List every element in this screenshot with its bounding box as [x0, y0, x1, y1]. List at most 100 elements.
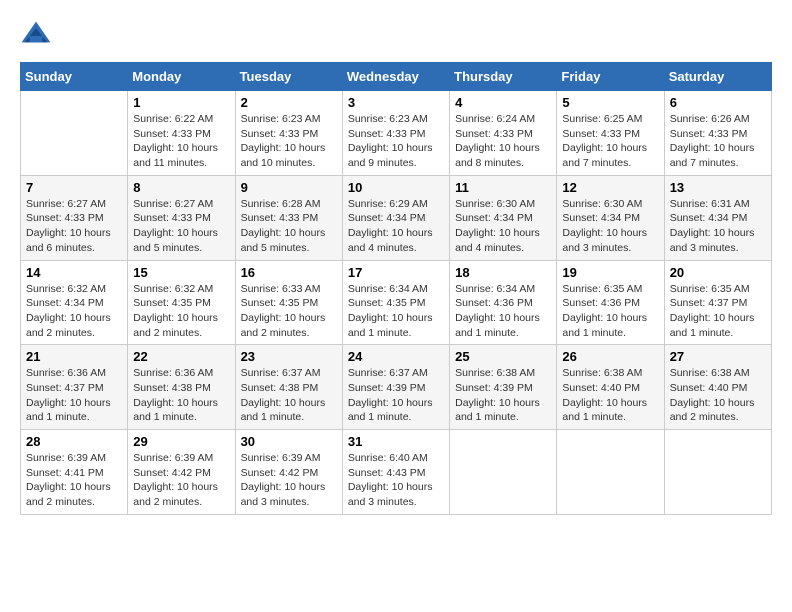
day-info: Sunrise: 6:25 AM Sunset: 4:33 PM Dayligh… [562, 112, 658, 171]
calendar-cell: 29Sunrise: 6:39 AM Sunset: 4:42 PM Dayli… [128, 430, 235, 515]
day-number: 4 [455, 95, 551, 110]
calendar-cell: 21 Sunrise: 6:36 AM Sunset: 4:37 PM Dayli… [21, 345, 128, 430]
day-info: Sunrise: 6:32 AM Sunset: 4:34 PM Dayligh… [26, 282, 122, 341]
logo-icon [20, 20, 52, 52]
calendar-cell: 17 Sunrise: 6:34 AM Sunset: 4:35 PM Dayli… [342, 260, 449, 345]
day-info: Sunrise: 6:34 AM Sunset: 4:36 PM Dayligh… [455, 282, 551, 341]
day-number: 3 [348, 95, 444, 110]
day-number: 24 [348, 349, 444, 364]
calendar-week-row: 14 Sunrise: 6:32 AM Sunset: 4:34 PM Dayli… [21, 260, 772, 345]
column-header-wednesday: Wednesday [342, 63, 449, 91]
calendar-week-row: 28Sunrise: 6:39 AM Sunset: 4:41 PM Dayli… [21, 430, 772, 515]
day-info: Sunrise: 6:31 AM Sunset: 4:34 PM Dayligh… [670, 197, 766, 256]
day-number: 11 [455, 180, 551, 195]
column-header-monday: Monday [128, 63, 235, 91]
day-info: Sunrise: 6:34 AM Sunset: 4:35 PM Dayligh… [348, 282, 444, 341]
calendar-cell [21, 91, 128, 176]
calendar-cell: 23 Sunrise: 6:37 AM Sunset: 4:38 PM Dayli… [235, 345, 342, 430]
day-info: Sunrise: 6:36 AM Sunset: 4:37 PM Dayligh… [26, 366, 122, 425]
day-info: Sunrise: 6:39 AM Sunset: 4:41 PM Dayligh… [26, 451, 122, 510]
day-number: 17 [348, 265, 444, 280]
column-header-thursday: Thursday [450, 63, 557, 91]
calendar-cell: 4 Sunrise: 6:24 AM Sunset: 4:33 PM Daylig… [450, 91, 557, 176]
calendar-cell: 28Sunrise: 6:39 AM Sunset: 4:41 PM Dayli… [21, 430, 128, 515]
day-number: 19 [562, 265, 658, 280]
day-info: Sunrise: 6:23 AM Sunset: 4:33 PM Dayligh… [241, 112, 337, 171]
column-header-friday: Friday [557, 63, 664, 91]
day-info: Sunrise: 6:38 AM Sunset: 4:40 PM Dayligh… [670, 366, 766, 425]
logo [20, 20, 56, 52]
calendar-cell: 26Sunrise: 6:38 AM Sunset: 4:40 PM Dayli… [557, 345, 664, 430]
day-info: Sunrise: 6:37 AM Sunset: 4:38 PM Dayligh… [241, 366, 337, 425]
day-number: 14 [26, 265, 122, 280]
day-info: Sunrise: 6:29 AM Sunset: 4:34 PM Dayligh… [348, 197, 444, 256]
day-number: 10 [348, 180, 444, 195]
calendar-cell [450, 430, 557, 515]
day-number: 26 [562, 349, 658, 364]
day-number: 23 [241, 349, 337, 364]
day-number: 18 [455, 265, 551, 280]
day-number: 6 [670, 95, 766, 110]
day-info: Sunrise: 6:22 AM Sunset: 4:33 PM Dayligh… [133, 112, 229, 171]
day-number: 16 [241, 265, 337, 280]
calendar-header-row: SundayMondayTuesdayWednesdayThursdayFrid… [21, 63, 772, 91]
calendar-cell: 6 Sunrise: 6:26 AM Sunset: 4:33 PM Daylig… [664, 91, 771, 176]
day-info: Sunrise: 6:26 AM Sunset: 4:33 PM Dayligh… [670, 112, 766, 171]
calendar-week-row: 21 Sunrise: 6:36 AM Sunset: 4:37 PM Dayli… [21, 345, 772, 430]
day-number: 2 [241, 95, 337, 110]
calendar-cell: 18 Sunrise: 6:34 AM Sunset: 4:36 PM Dayli… [450, 260, 557, 345]
day-info: Sunrise: 6:37 AM Sunset: 4:39 PM Dayligh… [348, 366, 444, 425]
calendar-cell: 2 Sunrise: 6:23 AM Sunset: 4:33 PM Daylig… [235, 91, 342, 176]
day-number: 27 [670, 349, 766, 364]
calendar-cell: 24 Sunrise: 6:37 AM Sunset: 4:39 PM Dayli… [342, 345, 449, 430]
day-number: 22 [133, 349, 229, 364]
calendar-week-row: 7Sunrise: 6:27 AM Sunset: 4:33 PM Daylig… [21, 175, 772, 260]
calendar-table: SundayMondayTuesdayWednesdayThursdayFrid… [20, 62, 772, 515]
calendar-cell: 12Sunrise: 6:30 AM Sunset: 4:34 PM Dayli… [557, 175, 664, 260]
day-number: 21 [26, 349, 122, 364]
day-number: 5 [562, 95, 658, 110]
day-info: Sunrise: 6:32 AM Sunset: 4:35 PM Dayligh… [133, 282, 229, 341]
day-number: 31 [348, 434, 444, 449]
day-number: 25 [455, 349, 551, 364]
calendar-cell: 13 Sunrise: 6:31 AM Sunset: 4:34 PM Dayli… [664, 175, 771, 260]
column-header-sunday: Sunday [21, 63, 128, 91]
day-info: Sunrise: 6:39 AM Sunset: 4:42 PM Dayligh… [133, 451, 229, 510]
day-info: Sunrise: 6:33 AM Sunset: 4:35 PM Dayligh… [241, 282, 337, 341]
day-info: Sunrise: 6:39 AM Sunset: 4:42 PM Dayligh… [241, 451, 337, 510]
calendar-cell: 25 Sunrise: 6:38 AM Sunset: 4:39 PM Dayli… [450, 345, 557, 430]
calendar-cell: 9 Sunrise: 6:28 AM Sunset: 4:33 PM Daylig… [235, 175, 342, 260]
calendar-cell: 15 Sunrise: 6:32 AM Sunset: 4:35 PM Dayli… [128, 260, 235, 345]
day-info: Sunrise: 6:35 AM Sunset: 4:37 PM Dayligh… [670, 282, 766, 341]
day-number: 30 [241, 434, 337, 449]
calendar-cell: 11Sunrise: 6:30 AM Sunset: 4:34 PM Dayli… [450, 175, 557, 260]
calendar-cell: 5 Sunrise: 6:25 AM Sunset: 4:33 PM Daylig… [557, 91, 664, 176]
day-info: Sunrise: 6:24 AM Sunset: 4:33 PM Dayligh… [455, 112, 551, 171]
calendar-cell [664, 430, 771, 515]
calendar-cell [557, 430, 664, 515]
column-header-tuesday: Tuesday [235, 63, 342, 91]
day-number: 13 [670, 180, 766, 195]
calendar-cell: 20 Sunrise: 6:35 AM Sunset: 4:37 PM Dayli… [664, 260, 771, 345]
calendar-cell: 16 Sunrise: 6:33 AM Sunset: 4:35 PM Dayli… [235, 260, 342, 345]
page-header [20, 20, 772, 52]
calendar-cell: 3Sunrise: 6:23 AM Sunset: 4:33 PM Daylig… [342, 91, 449, 176]
day-info: Sunrise: 6:35 AM Sunset: 4:36 PM Dayligh… [562, 282, 658, 341]
calendar-cell: 31Sunrise: 6:40 AM Sunset: 4:43 PM Dayli… [342, 430, 449, 515]
calendar-week-row: 1Sunrise: 6:22 AM Sunset: 4:33 PM Daylig… [21, 91, 772, 176]
calendar-cell: 19 Sunrise: 6:35 AM Sunset: 4:36 PM Dayli… [557, 260, 664, 345]
day-info: Sunrise: 6:36 AM Sunset: 4:38 PM Dayligh… [133, 366, 229, 425]
calendar-cell: 22 Sunrise: 6:36 AM Sunset: 4:38 PM Dayli… [128, 345, 235, 430]
day-number: 15 [133, 265, 229, 280]
calendar-cell: 1Sunrise: 6:22 AM Sunset: 4:33 PM Daylig… [128, 91, 235, 176]
calendar-cell: 10 Sunrise: 6:29 AM Sunset: 4:34 PM Dayli… [342, 175, 449, 260]
day-info: Sunrise: 6:27 AM Sunset: 4:33 PM Dayligh… [26, 197, 122, 256]
calendar-cell: 14 Sunrise: 6:32 AM Sunset: 4:34 PM Dayli… [21, 260, 128, 345]
day-info: Sunrise: 6:28 AM Sunset: 4:33 PM Dayligh… [241, 197, 337, 256]
day-number: 8 [133, 180, 229, 195]
day-number: 20 [670, 265, 766, 280]
day-number: 9 [241, 180, 337, 195]
day-info: Sunrise: 6:38 AM Sunset: 4:39 PM Dayligh… [455, 366, 551, 425]
calendar-cell: 8Sunrise: 6:27 AM Sunset: 4:33 PM Daylig… [128, 175, 235, 260]
calendar-cell: 7Sunrise: 6:27 AM Sunset: 4:33 PM Daylig… [21, 175, 128, 260]
